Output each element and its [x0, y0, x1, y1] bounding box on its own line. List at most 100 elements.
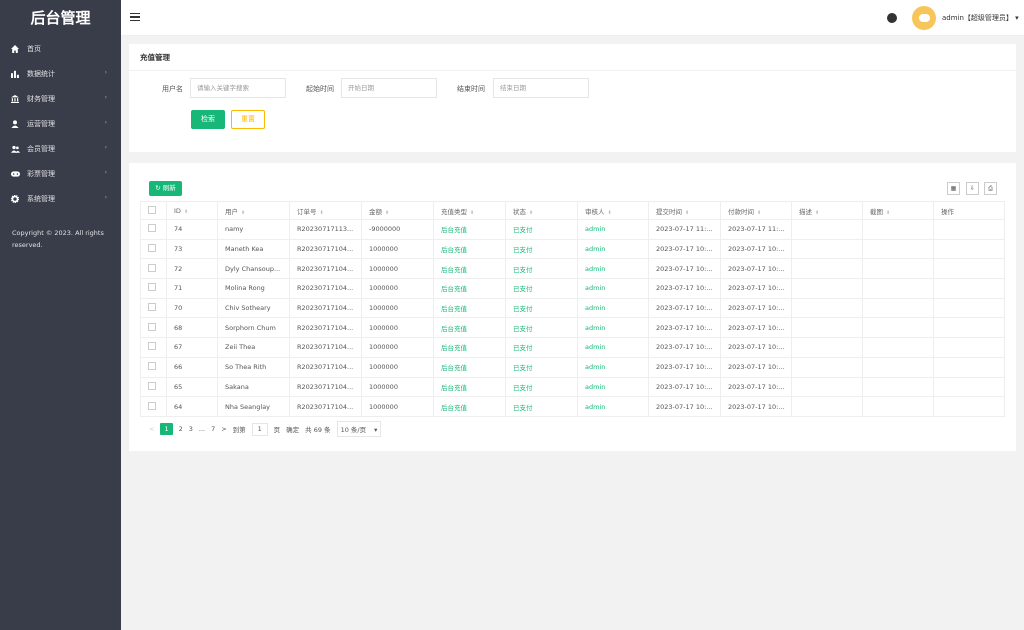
refresh-label: 刷新	[162, 184, 176, 192]
table-row: 64 Nha Seanglay R20230717104... 1000000 后台充值…	[140, 396, 1005, 417]
cell-pay: 2023-07-17 10:...	[720, 337, 792, 358]
cell-id: 72	[166, 258, 218, 280]
next-page-button[interactable]: >	[221, 425, 226, 433]
cell-status: 已支付	[505, 219, 578, 240]
page-size-select[interactable]: 10 条/页 ▾	[336, 421, 382, 437]
col-header[interactable]: 充值类型 ⬍	[433, 201, 506, 220]
cell-amount: 1000000	[361, 258, 434, 280]
export-icon[interactable]: ⇩	[966, 182, 979, 195]
cell-actions	[933, 278, 1005, 299]
cell-screenshot	[862, 337, 934, 358]
print-icon[interactable]: ⎙	[984, 182, 997, 195]
cell-status: 已支付	[505, 238, 578, 260]
goto-confirm-button[interactable]: 确定	[286, 424, 299, 434]
col-header[interactable]: ID ⬍	[166, 201, 218, 220]
col-header[interactable]: 截图 ⬍	[862, 201, 934, 220]
cell-pay: 2023-07-17 10:...	[720, 278, 792, 299]
cell-type: 后台充值	[433, 337, 506, 358]
row-checkbox[interactable]	[140, 337, 167, 358]
cell-user: Dyly Chansoup...	[217, 258, 290, 280]
cell-submit: 2023-07-17 10:...	[648, 238, 721, 260]
recharge-table: ID ⬍ 用户 ⬍ 订单号 ⬍ 金额 ⬍ 充值类型 ⬍ 状态 ⬍ 审核人 ⬍ 提交时间 ⬍ 付款…	[140, 201, 1005, 417]
sidebar-item-system[interactable]: 系统管理 ›	[0, 186, 121, 211]
cell-submit: 2023-07-17 10:...	[648, 317, 721, 339]
sidebar-item-lottery[interactable]: 彩票管理 ›	[0, 161, 121, 186]
cell-description	[791, 219, 863, 240]
col-header[interactable]: 状态 ⬍	[505, 201, 578, 220]
page-1[interactable]: 1	[160, 423, 173, 435]
col-header[interactable]: 订单号 ⬍	[289, 201, 362, 220]
cell-description	[791, 376, 863, 398]
cell-status: 已支付	[505, 337, 578, 358]
columns-icon[interactable]: ▦	[947, 182, 960, 195]
row-checkbox[interactable]	[140, 376, 167, 398]
sidebar-item-home[interactable]: 首页	[0, 36, 121, 61]
cell-submit: 2023-07-17 10:...	[648, 356, 721, 378]
cell-auditor: admin	[577, 337, 649, 358]
username-input[interactable]: 请输入关键字搜索	[190, 78, 286, 98]
row-checkbox[interactable]	[140, 317, 167, 339]
sidebar-item-finance[interactable]: 财务管理 ›	[0, 86, 121, 111]
cell-auditor: admin	[577, 356, 649, 378]
cell-amount: 1000000	[361, 396, 434, 417]
refresh-button[interactable]: ↻ 刷新	[149, 181, 182, 196]
sidebar-item-members[interactable]: 会员管理 ›	[0, 136, 121, 161]
cell-submit: 2023-07-17 11:...	[648, 219, 721, 240]
cell-type: 后台充值	[433, 396, 506, 417]
page-2[interactable]: 2	[179, 425, 183, 433]
row-checkbox[interactable]	[140, 297, 167, 319]
prev-page-button[interactable]: <	[149, 425, 154, 433]
cell-screenshot	[862, 238, 934, 260]
page-3[interactable]: 3	[189, 425, 193, 433]
gear-icon	[10, 194, 20, 204]
cell-status: 已支付	[505, 297, 578, 319]
cell-id: 73	[166, 238, 218, 260]
cell-amount: 1000000	[361, 317, 434, 339]
page-7[interactable]: 7	[211, 425, 215, 433]
cell-id: 67	[166, 337, 218, 358]
home-icon	[10, 44, 20, 54]
cell-screenshot	[862, 258, 934, 280]
row-checkbox[interactable]	[140, 258, 167, 280]
palette-icon[interactable]	[887, 13, 897, 23]
cell-order: R20230717113...	[289, 219, 362, 240]
end-date-input[interactable]: 结束日期	[493, 78, 589, 98]
row-checkbox[interactable]	[140, 396, 167, 417]
users-icon	[10, 144, 20, 154]
search-button[interactable]: 检索	[191, 110, 225, 129]
sidebar-item-operations[interactable]: 运营管理 ›	[0, 111, 121, 136]
table-row: 70 Chiv Sotheary R20230717104... 1000000 后台充…	[140, 297, 1005, 319]
col-header[interactable]: 描述 ⬍	[791, 201, 863, 220]
cell-type: 后台充值	[433, 258, 506, 280]
row-checkbox[interactable]	[140, 219, 167, 240]
col-header[interactable]: 用户 ⬍	[217, 201, 290, 220]
cell-auditor: admin	[577, 297, 649, 319]
start-date-input[interactable]: 开始日期	[341, 78, 437, 98]
cell-status: 已支付	[505, 376, 578, 398]
reset-button[interactable]: 重置	[231, 110, 265, 129]
row-checkbox[interactable]	[140, 356, 167, 378]
row-checkbox[interactable]	[140, 278, 167, 299]
cell-status: 已支付	[505, 278, 578, 299]
cell-amount: 1000000	[361, 356, 434, 378]
cell-description	[791, 337, 863, 358]
cell-user: Sorphorn Chum	[217, 317, 290, 339]
cell-order: R20230717104...	[289, 278, 362, 299]
cell-id: 71	[166, 278, 218, 299]
start-time-label: 起始时间	[306, 85, 334, 93]
cell-status: 已支付	[505, 317, 578, 339]
col-header[interactable]: 提交时间 ⬍	[648, 201, 721, 220]
row-checkbox[interactable]	[140, 238, 167, 260]
menu-toggle-icon[interactable]	[130, 13, 140, 21]
cell-screenshot	[862, 376, 934, 398]
col-header[interactable]: 金额 ⬍	[361, 201, 434, 220]
col-header[interactable]: 付款时间 ⬍	[720, 201, 792, 220]
col-header[interactable]: 审核人 ⬍	[577, 201, 649, 220]
sidebar-item-stats[interactable]: 数据统计 ›	[0, 61, 121, 86]
user-menu[interactable]: admin【超级管理员】 ▾	[942, 13, 1019, 23]
select-all-checkbox[interactable]	[140, 201, 167, 220]
goto-page-input[interactable]: 1	[251, 422, 268, 436]
cell-order: R20230717104...	[289, 238, 362, 260]
avatar[interactable]	[912, 6, 936, 30]
page-unit: 页	[273, 426, 281, 434]
